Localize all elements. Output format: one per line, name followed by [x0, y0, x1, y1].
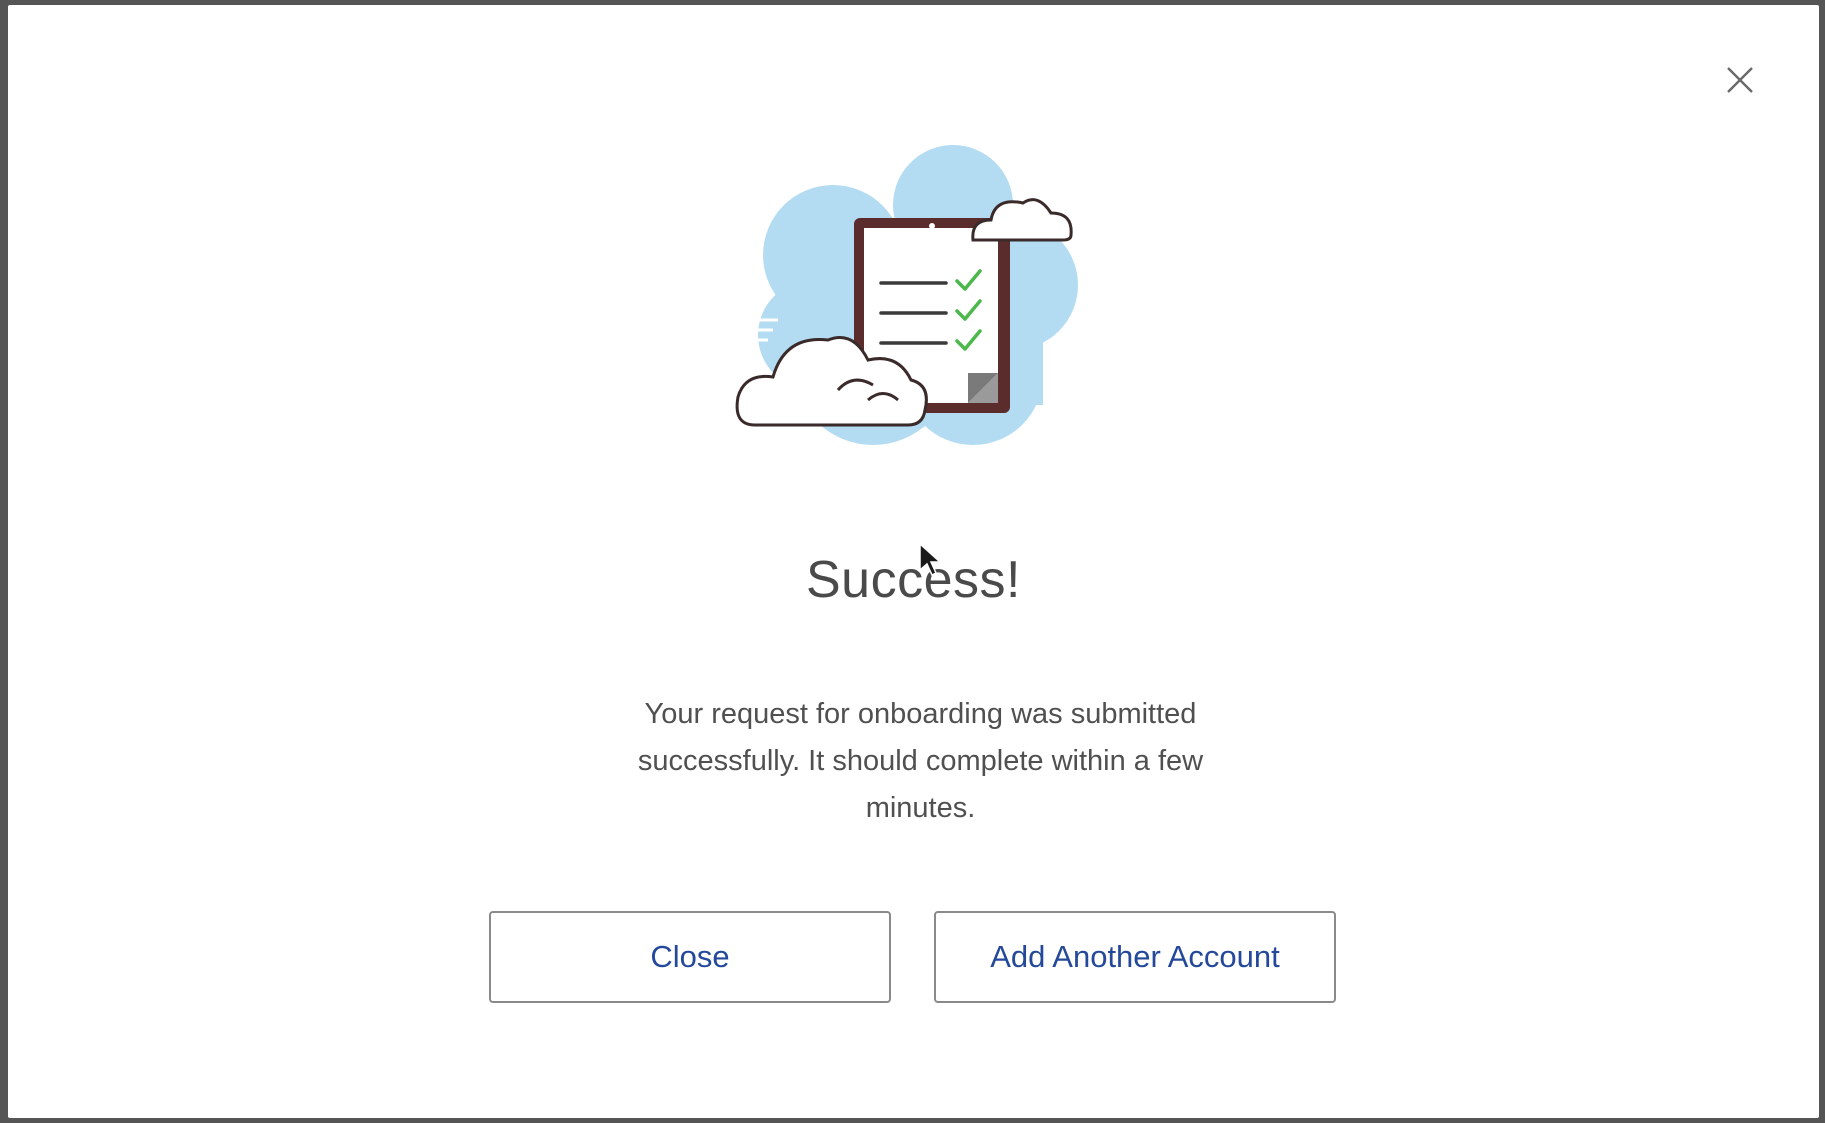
- close-button[interactable]: Close: [489, 911, 891, 1003]
- success-dialog: Success! Your request for onboarding was…: [8, 5, 1819, 1118]
- success-title: Success!: [806, 551, 1021, 609]
- add-another-account-button[interactable]: Add Another Account: [934, 911, 1336, 1003]
- success-message: Your request for onboarding was submitte…: [637, 698, 1204, 824]
- close-icon[interactable]: [1717, 57, 1763, 103]
- mouse-cursor-icon: [918, 542, 942, 578]
- cloud-checklist-illustration: [733, 135, 1113, 475]
